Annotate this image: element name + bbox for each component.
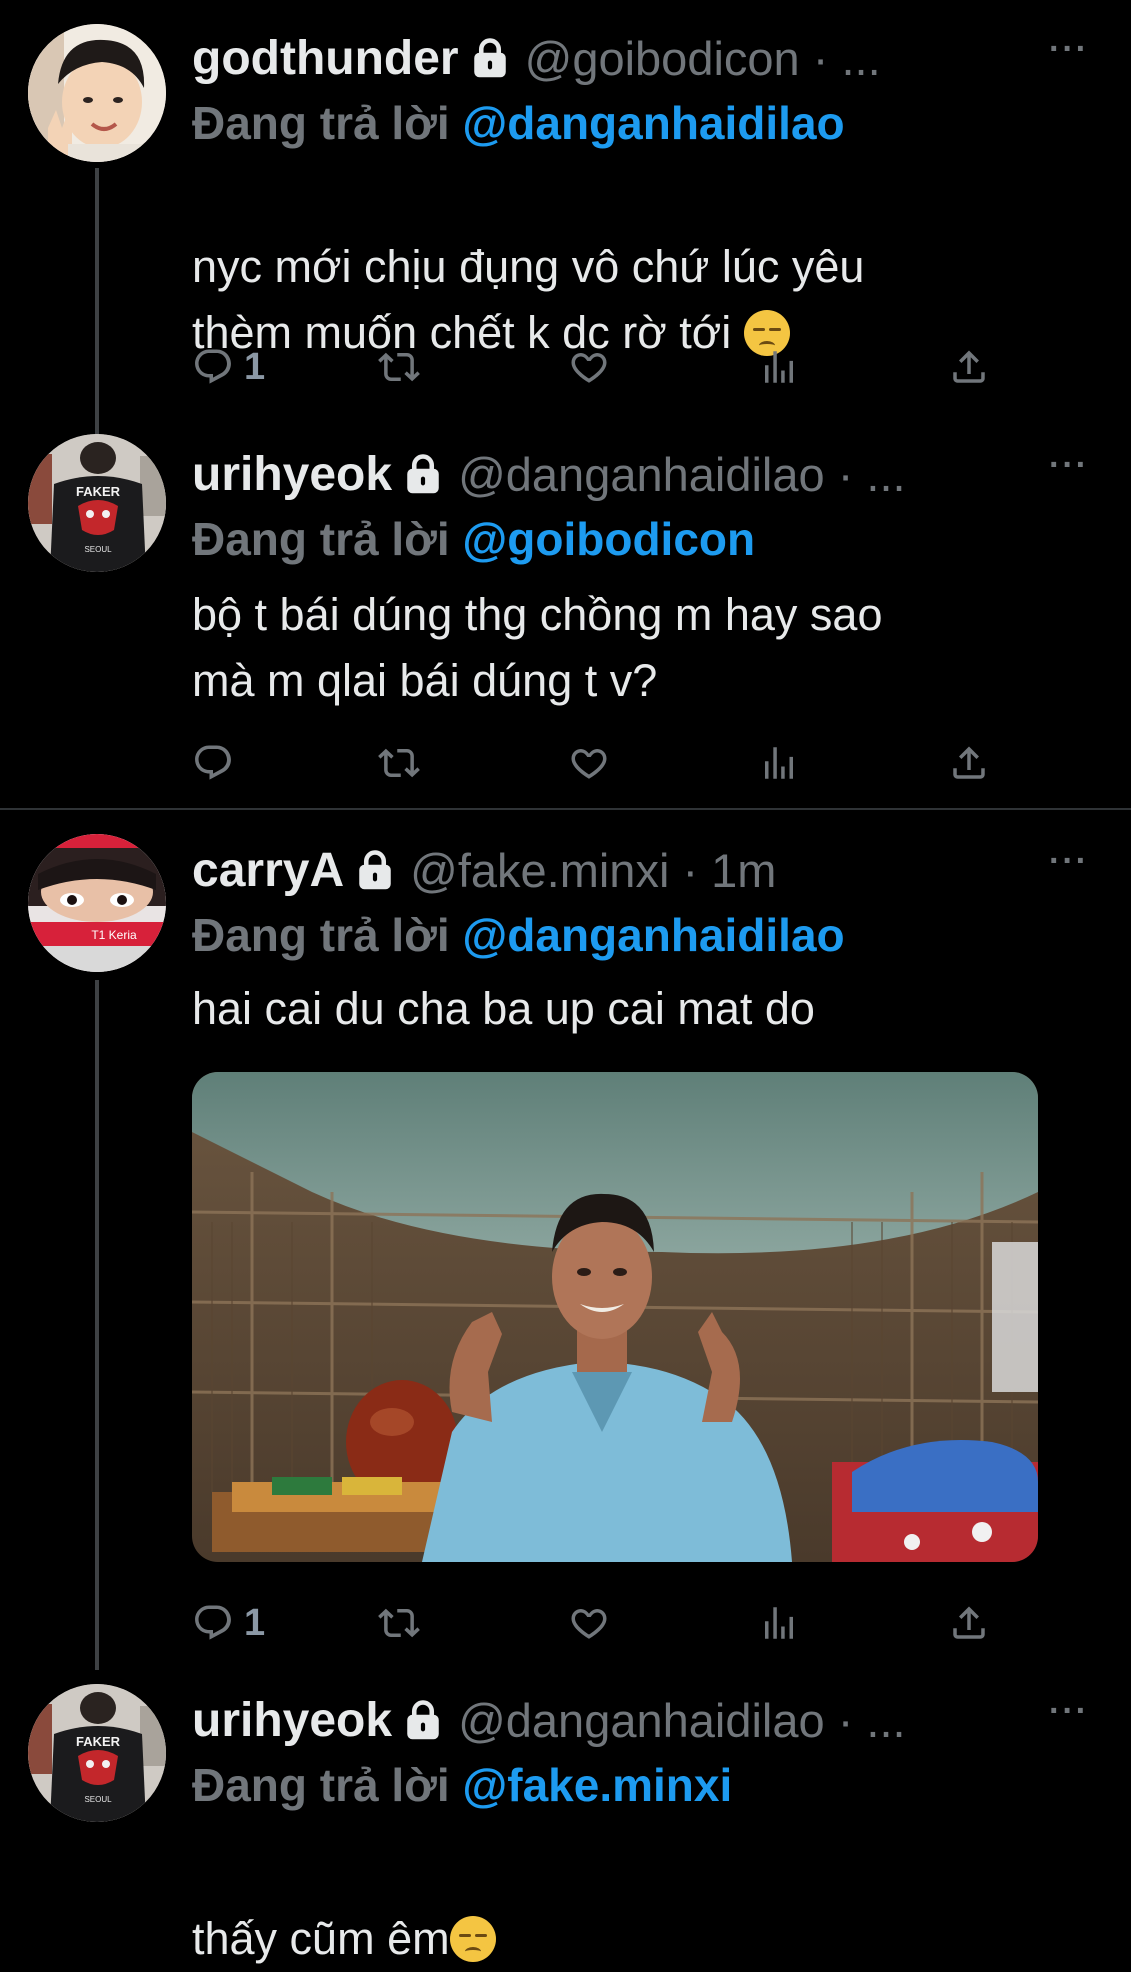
views-button[interactable] [758, 342, 800, 392]
lock-icon [402, 453, 444, 495]
retweet-button[interactable] [378, 738, 420, 788]
tweet-header: godthunder @goibodicon · ... [192, 28, 881, 88]
lock-icon [469, 37, 511, 79]
retweet-icon [378, 742, 420, 784]
replying-to: Đang trả lời @danganhaidilao [192, 96, 845, 150]
tweet-media-image[interactable] [192, 1072, 1038, 1562]
display-name[interactable]: urihyeok [192, 1693, 392, 1748]
tweet-actions [192, 738, 992, 788]
jacket-text-seoul: SEOUL [84, 545, 112, 554]
more-options-icon[interactable]: ··· [1049, 30, 1089, 69]
tweet-text: thấy cũm êm [192, 1840, 1072, 1972]
reply-count: 1 [244, 1601, 266, 1644]
jacket-text-seoul: SEOUL [84, 1795, 112, 1804]
share-icon [948, 346, 990, 388]
user-handle[interactable]: @fake.minxi · 1m [410, 843, 776, 898]
tweet[interactable]: godthunder @goibodicon · ... ··· Đang tr… [0, 0, 1131, 438]
video-thumbnail-man-in-hut [192, 1072, 1038, 1562]
jacket-text-faker: FAKER [76, 1734, 121, 1749]
tweet-header: urihyeok @danganhaidilao · ... [192, 1690, 906, 1750]
thread-line [95, 980, 99, 1670]
avatar-caption: T1 Keria [91, 928, 137, 942]
reply-prefix: Đang trả lời [192, 1759, 450, 1811]
reply-mention-link[interactable]: @goibodicon [462, 513, 755, 565]
reply-icon [192, 346, 234, 388]
child-avatar-image [28, 24, 166, 162]
reply-prefix: Đang trả lời [192, 97, 450, 149]
share-button[interactable] [948, 342, 990, 392]
replying-to: Đang trả lời @fake.minxi [192, 1758, 732, 1812]
views-icon [758, 346, 800, 388]
share-icon [948, 1602, 990, 1644]
tweet[interactable]: FAKER SEOUL urihyeok @danganhaidilao · .… [0, 1670, 1131, 1964]
reply-mention-link[interactable]: @fake.minxi [462, 1759, 732, 1811]
thread-line [95, 168, 99, 438]
views-button[interactable] [758, 738, 800, 788]
faker-jacket-avatar-image: FAKER SEOUL [28, 1684, 166, 1822]
like-button[interactable] [568, 342, 610, 392]
heart-icon [568, 346, 610, 388]
retweet-button[interactable] [378, 1598, 420, 1648]
tweet-actions: 1 [192, 342, 992, 392]
tweet-header: urihyeok @danganhaidilao · ... [192, 444, 906, 504]
reply-icon [192, 1602, 234, 1644]
faker-jacket-avatar-image: FAKER SEOUL [28, 434, 166, 572]
jacket-text-faker: FAKER [76, 484, 121, 499]
avatar[interactable]: FAKER SEOUL [28, 434, 166, 572]
like-button[interactable] [568, 738, 610, 788]
reply-button[interactable] [192, 738, 234, 788]
reply-button[interactable]: 1 [192, 1598, 265, 1648]
retweet-icon [378, 346, 420, 388]
retweet-button[interactable] [378, 342, 420, 392]
tweet[interactable]: FAKER SEOUL urihyeok @danganhaidilao · .… [0, 420, 1131, 808]
avatar[interactable]: T1 Keria [28, 834, 166, 972]
tweet-text: nyc mới chịu đụng vô chứ lúc yêu thèm mu… [192, 168, 1072, 366]
reply-mention-link[interactable]: @danganhaidilao [462, 97, 844, 149]
user-handle[interactable]: @danganhaidilao · ... [458, 1693, 906, 1748]
avatar[interactable]: FAKER SEOUL [28, 1684, 166, 1822]
reply-prefix: Đang trả lời [192, 909, 450, 961]
views-icon [758, 742, 800, 784]
t1-keria-avatar-image: T1 Keria [28, 834, 166, 972]
views-icon [758, 1602, 800, 1644]
pensive-face-emoji [449, 1916, 496, 1962]
lock-icon [402, 1699, 444, 1741]
lock-icon [354, 849, 396, 891]
display-name[interactable]: godthunder [192, 31, 459, 86]
share-button[interactable] [948, 1598, 990, 1648]
reply-icon [192, 742, 234, 784]
user-handle[interactable]: @goibodicon · ... [525, 31, 881, 86]
tweet-text: bộ t bái dúng thg chồng m hay sao mà m q… [192, 589, 883, 706]
replying-to: Đang trả lời @danganhaidilao [192, 908, 845, 962]
replying-to: Đang trả lời @goibodicon [192, 512, 755, 566]
like-button[interactable] [568, 1598, 610, 1648]
reply-mention-link[interactable]: @danganhaidilao [462, 909, 844, 961]
more-options-icon[interactable]: ··· [1049, 446, 1089, 485]
reply-button[interactable]: 1 [192, 342, 265, 392]
tweet-text: hai cai du cha ba up cai mat do [192, 983, 815, 1034]
reply-count: 1 [244, 345, 266, 388]
user-handle[interactable]: @danganhaidilao · ... [458, 447, 906, 502]
avatar[interactable] [28, 24, 166, 162]
reply-prefix: Đang trả lời [192, 513, 450, 565]
tweet-text-content: thấy cũm êm [192, 1913, 450, 1964]
share-button[interactable] [948, 738, 990, 788]
tweet-actions: 1 [192, 1598, 992, 1648]
more-options-icon[interactable]: ··· [1049, 842, 1089, 881]
tweet[interactable]: T1 Keria carryA @fake.minxi · 1m ··· Đan… [0, 810, 1131, 1678]
retweet-icon [378, 1602, 420, 1644]
heart-icon [568, 742, 610, 784]
heart-icon [568, 1602, 610, 1644]
display-name[interactable]: carryA [192, 843, 344, 898]
display-name[interactable]: urihyeok [192, 447, 392, 502]
share-icon [948, 742, 990, 784]
views-button[interactable] [758, 1598, 800, 1648]
tweet-header: carryA @fake.minxi · 1m [192, 840, 776, 900]
more-options-icon[interactable]: ··· [1049, 1692, 1089, 1731]
